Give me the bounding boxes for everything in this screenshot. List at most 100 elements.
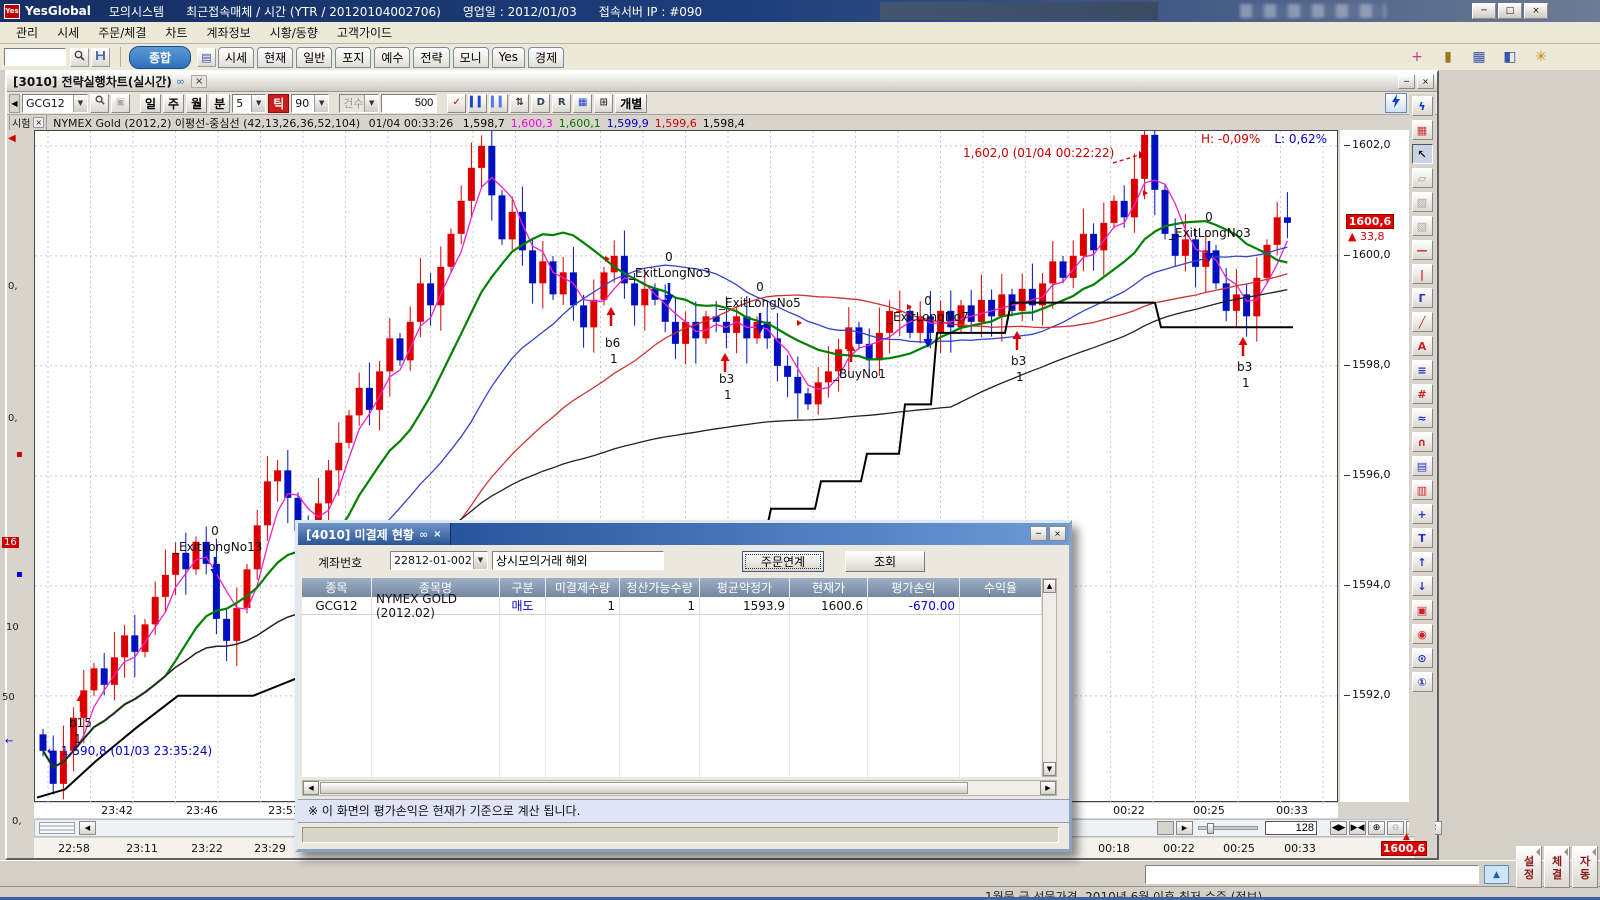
layout-icon[interactable]: ◧ xyxy=(1499,48,1521,66)
menu-item-6[interactable]: 고객가이드 xyxy=(329,22,400,43)
column-header-8[interactable]: 수익율 xyxy=(960,578,1042,597)
dialog-titlebar[interactable]: [4010] 미결제 현황 ∞ × ─ × xyxy=(298,523,1069,545)
add-chart-icon[interactable]: + xyxy=(1406,48,1428,66)
document-icon[interactable]: ▤ xyxy=(197,48,216,67)
spread-icon[interactable]: ◀▶ xyxy=(1330,821,1347,835)
tab-4[interactable]: 예수 xyxy=(374,47,410,68)
edit-disabled-icon[interactable]: ▱ xyxy=(1412,168,1433,188)
hscroll-thumb[interactable] xyxy=(320,782,968,794)
grid-icon[interactable]: ⊞ xyxy=(594,94,613,113)
circle-icon[interactable]: ◉ xyxy=(1412,624,1433,644)
table-horizontal-scrollbar[interactable]: ◀ ▶ xyxy=(302,780,1057,796)
table-vertical-scrollbar[interactable]: ▲ ▼ xyxy=(1042,578,1057,777)
hscroll-right-icon[interactable]: ▶ xyxy=(1040,781,1056,795)
tab-5[interactable]: 전략 xyxy=(413,47,449,68)
symbol-combo[interactable]: GCG12▼ xyxy=(22,94,88,113)
quick-search-input[interactable] xyxy=(4,48,66,66)
dialog-minimize-button[interactable]: ─ xyxy=(1030,526,1047,541)
one-circle-icon[interactable]: ① xyxy=(1412,672,1433,692)
order-link-button[interactable]: 주문연계 xyxy=(742,551,824,572)
auto-button[interactable]: 자동 xyxy=(1572,846,1598,888)
monitor-icon[interactable]: ▦ xyxy=(1468,48,1490,66)
bar-chart-icon[interactable]: ▍▍ xyxy=(489,94,508,113)
dialog-close-button[interactable]: × xyxy=(1049,526,1066,541)
tick-count-combo[interactable]: 90▼ xyxy=(291,94,329,113)
column-header-5[interactable]: 평균약정가 xyxy=(700,578,790,597)
menu-item-4[interactable]: 계좌정보 xyxy=(199,22,259,43)
dot-circle-icon[interactable]: ⊙ xyxy=(1412,648,1433,668)
sort-updown-icon[interactable]: ⇅ xyxy=(510,94,529,113)
pane-disabled-icon[interactable]: ▧ xyxy=(1412,216,1433,236)
scroll-thumb[interactable] xyxy=(39,822,75,834)
menu-item-5[interactable]: 시황/동향 xyxy=(262,22,326,43)
column-header-3[interactable]: 미결제수량 xyxy=(546,578,620,597)
chart-grid-icon[interactable]: ▦ xyxy=(1412,120,1433,140)
chart-window-titlebar[interactable]: [3010] 전략실행차트(실시간) ∞ × ─ × xyxy=(7,72,1437,92)
expand-up-icon[interactable]: ▲ xyxy=(1484,865,1509,884)
arc-icon[interactable]: ∩ xyxy=(1412,432,1433,452)
settings-button[interactable]: 설정 xyxy=(1516,846,1542,888)
account-combo[interactable]: 22812-01-002▼ xyxy=(390,551,488,570)
bar-count-display[interactable] xyxy=(1265,821,1317,835)
lock-icon[interactable]: ▮ xyxy=(1437,48,1459,66)
arrow-down-icon[interactable]: ↓ xyxy=(1412,576,1433,596)
vertical-line-icon[interactable]: | xyxy=(1412,264,1433,284)
bar-count-input[interactable] xyxy=(381,94,437,113)
draw-disabled-icon[interactable]: ▨ xyxy=(1412,192,1433,212)
filled-square-icon[interactable]: ▣ xyxy=(1412,600,1433,620)
individual-button[interactable]: 개별 xyxy=(615,94,647,113)
tab-6[interactable]: 모니 xyxy=(453,47,489,68)
count-combo[interactable]: 건수▼ xyxy=(339,94,379,113)
dialog-link-icon[interactable]: ∞ xyxy=(419,528,428,541)
zoom-slider-handle[interactable] xyxy=(1207,823,1214,834)
period-button-3[interactable]: 분 xyxy=(209,94,230,113)
link-icon[interactable]: ∞ xyxy=(176,75,185,88)
chart-settings-icon[interactable] xyxy=(1385,93,1407,113)
period-button-0[interactable]: 일 xyxy=(140,94,161,113)
horizontal-line-icon[interactable]: — xyxy=(1412,240,1433,260)
period-button-2[interactable]: 월 xyxy=(186,94,207,113)
doc-d-icon[interactable]: D xyxy=(531,94,550,113)
zoom-out-icon[interactable]: ⊖ xyxy=(1387,821,1404,835)
composite-pill-button[interactable]: 종합 xyxy=(129,46,191,69)
fib-lines-icon[interactable]: # xyxy=(1412,384,1433,404)
execution-button[interactable]: 체결 xyxy=(1544,846,1570,888)
zoom-slider[interactable] xyxy=(1198,826,1258,830)
table-row[interactable]: GCG12NYMEX GOLD (2012.02)매도111593.91600.… xyxy=(302,597,1042,615)
column-header-2[interactable]: 구분 xyxy=(500,578,546,597)
tab-1[interactable]: 현재 xyxy=(257,47,293,68)
parallel-lines-icon[interactable]: ≡ xyxy=(1412,360,1433,380)
tab-8[interactable]: 경제 xyxy=(528,47,564,68)
bottom-input[interactable] xyxy=(1145,865,1479,884)
volume-bars-icon[interactable]: ▍▍ xyxy=(468,94,487,113)
text-tool-icon[interactable]: A xyxy=(1412,336,1433,356)
doc-r-icon[interactable]: R xyxy=(552,94,571,113)
menu-item-2[interactable]: 주문/체결 xyxy=(90,22,154,43)
account-name-field[interactable] xyxy=(492,551,664,570)
menu-item-1[interactable]: 시세 xyxy=(49,22,87,43)
hatch-icon[interactable]: ▤ xyxy=(1412,456,1433,476)
cursor-icon[interactable]: ↖ xyxy=(1412,144,1433,164)
text-T-icon[interactable]: T xyxy=(1412,528,1433,548)
maximize-button[interactable]: □ xyxy=(1498,3,1522,19)
column-header-4[interactable]: 청산가능수량 xyxy=(620,578,700,597)
hscroll-left-icon[interactable]: ◀ xyxy=(303,781,319,795)
step-line-icon[interactable]: Γ xyxy=(1412,288,1433,308)
multi-chart-icon[interactable]: ▦ xyxy=(573,94,592,113)
mini-tab-close-icon[interactable]: × xyxy=(33,117,44,128)
minimize-button[interactable]: ─ xyxy=(1472,3,1496,19)
menu-item-3[interactable]: 차트 xyxy=(157,22,195,43)
tab-3[interactable]: 포지 xyxy=(335,47,371,68)
cross-icon[interactable]: + xyxy=(1412,504,1433,524)
tick-button[interactable]: 틱 xyxy=(268,94,289,113)
symbol-info-icon[interactable]: ▣ xyxy=(111,94,130,113)
chart-mini-tab[interactable]: 시험× xyxy=(9,115,47,130)
zoom-in-icon[interactable]: ⊕ xyxy=(1368,821,1385,835)
hatch2-icon[interactable]: ▥ xyxy=(1412,480,1433,500)
chart-minimize-button[interactable]: ─ xyxy=(1398,74,1415,89)
indicator-check-icon[interactable]: ✓ xyxy=(447,94,466,113)
column-header-6[interactable]: 현재가 xyxy=(790,578,868,597)
chart-close-button[interactable]: × xyxy=(1417,74,1434,89)
chart-tab-close-icon[interactable]: × xyxy=(191,75,207,88)
tab-0[interactable]: 시세 xyxy=(218,47,254,68)
